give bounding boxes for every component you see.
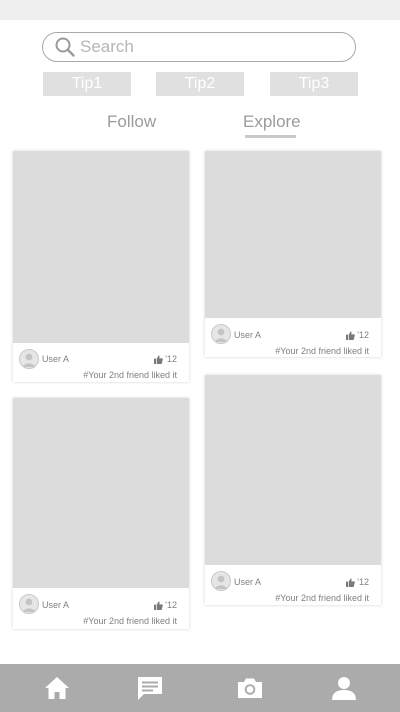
search-icon — [54, 36, 76, 58]
tab-explore[interactable]: Explore — [243, 112, 301, 132]
post-social-note: #Your 2nd friend liked it — [83, 370, 177, 380]
post-card[interactable]: User A ' 12 #Your 2nd friend liked it — [13, 398, 189, 629]
like-count-value: 12 — [166, 600, 177, 610]
nav-profile-button[interactable] — [331, 675, 357, 701]
chat-icon — [138, 677, 162, 700]
post-image — [13, 398, 189, 588]
bottom-nav-bar — [0, 664, 400, 712]
active-tab-indicator — [245, 135, 296, 138]
thumbs-up-icon — [154, 601, 164, 610]
tip-chip-2[interactable]: Tip2 — [156, 72, 244, 96]
post-card[interactable]: User A ' 12 #Your 2nd friend liked it — [205, 375, 381, 605]
like-count[interactable]: ' 12 — [346, 330, 369, 340]
like-count[interactable]: ' 12 — [346, 577, 369, 587]
tab-follow[interactable]: Follow — [107, 112, 156, 132]
status-bar — [0, 0, 400, 20]
post-username[interactable]: User A — [42, 600, 69, 610]
post-social-note: #Your 2nd friend liked it — [275, 346, 369, 356]
post-card[interactable]: User A ' 12 #Your 2nd friend liked it — [205, 151, 381, 357]
camera-icon — [238, 678, 262, 698]
post-image — [205, 375, 381, 565]
post-username[interactable]: User A — [234, 330, 261, 340]
tip-chip-3[interactable]: Tip3 — [270, 72, 358, 96]
like-count[interactable]: ' 12 — [154, 354, 177, 364]
avatar[interactable] — [19, 349, 39, 369]
post-card[interactable]: User A ' 12 #Your 2nd friend liked it — [13, 151, 189, 382]
thumbs-up-icon — [346, 578, 356, 587]
profile-icon — [332, 677, 356, 700]
like-count-value: 12 — [358, 330, 369, 340]
avatar[interactable] — [211, 571, 231, 591]
search-bar[interactable]: Search — [42, 32, 356, 62]
tip-chip-1[interactable]: Tip1 — [43, 72, 131, 96]
avatar[interactable] — [211, 324, 231, 344]
nav-home-button[interactable] — [44, 675, 70, 701]
post-username[interactable]: User A — [42, 354, 69, 364]
nav-camera-button[interactable] — [237, 675, 263, 701]
home-icon — [45, 677, 69, 699]
post-social-note: #Your 2nd friend liked it — [83, 616, 177, 626]
thumbs-up-icon — [154, 355, 164, 364]
post-username[interactable]: User A — [234, 577, 261, 587]
post-image — [205, 151, 381, 318]
nav-messages-button[interactable] — [137, 675, 163, 701]
avatar[interactable] — [19, 594, 39, 614]
like-count-value: 12 — [166, 354, 177, 364]
thumbs-up-icon — [346, 331, 356, 340]
like-count-value: 12 — [358, 577, 369, 587]
post-social-note: #Your 2nd friend liked it — [275, 593, 369, 603]
search-placeholder: Search — [80, 37, 134, 56]
post-image — [13, 151, 189, 343]
like-count[interactable]: ' 12 — [154, 600, 177, 610]
